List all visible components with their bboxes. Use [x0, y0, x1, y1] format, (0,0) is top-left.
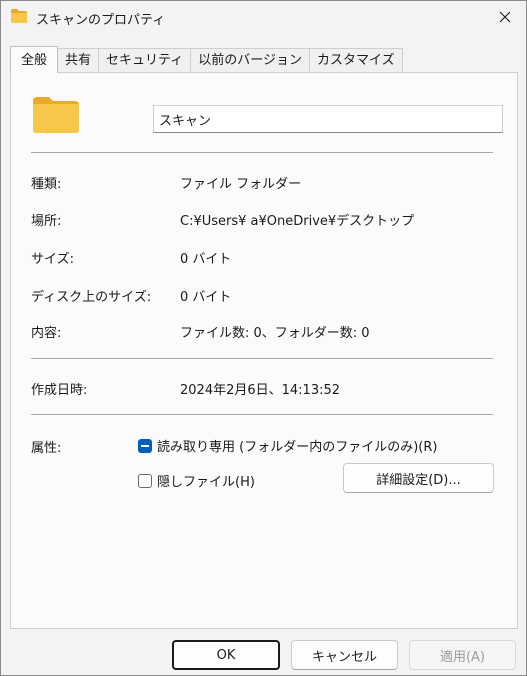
cancel-button[interactable]: キャンセル [291, 640, 398, 670]
hidden-checkbox[interactable]: 隠しファイル(H) [138, 471, 255, 490]
readonly-label: 読み取り専用 (フォルダー内のファイルのみ)(R) [157, 440, 438, 455]
divider [31, 414, 493, 415]
tab-security[interactable]: セキュリティ [98, 48, 192, 73]
divider [31, 358, 493, 359]
size-label: サイズ: [31, 252, 74, 267]
type-label: 種類: [31, 177, 62, 192]
advanced-button[interactable]: 詳細設定(D)... [343, 463, 494, 493]
ok-button[interactable]: OK [172, 640, 280, 670]
folder-icon [33, 97, 79, 133]
contains-value: ファイル数: 0、フォルダー数: 0 [180, 326, 370, 341]
type-value: ファイル フォルダー [180, 177, 302, 192]
folder-name-input[interactable] [153, 105, 503, 133]
disk-size-label: ディスク上のサイズ: [31, 290, 152, 305]
tab-general[interactable]: 全般 [10, 46, 59, 73]
folder-icon [11, 9, 27, 23]
general-panel: 種類: ファイル フォルダー 場所: C:¥Users¥ a¥OneDrive¥… [10, 72, 518, 629]
window-title: スキャンのプロパティ [36, 13, 166, 28]
created-value: 2024年2月6日、14:13:52 [180, 383, 341, 398]
close-button[interactable] [490, 4, 520, 30]
tab-sharing[interactable]: 共有 [57, 48, 100, 73]
title-bar[interactable]: スキャンのプロパティ [1, 1, 526, 35]
readonly-checkbox[interactable]: 読み取り専用 (フォルダー内のファイルのみ)(R) [138, 436, 437, 455]
created-label: 作成日時: [31, 383, 88, 398]
contains-label: 内容: [31, 326, 62, 341]
location-label: 場所: [31, 214, 62, 229]
tab-previous-versions[interactable]: 以前のバージョン [190, 48, 311, 73]
hidden-label: 隠しファイル(H) [157, 475, 255, 490]
checkbox-mixed-icon [138, 438, 152, 453]
tab-customize[interactable]: カスタマイズ [309, 48, 403, 73]
attributes-label: 属性: [31, 441, 62, 456]
location-value: C:¥Users¥ a¥OneDrive¥デスクトップ [180, 214, 415, 229]
disk-size-value: 0 バイト [180, 290, 232, 305]
size-value: 0 バイト [180, 252, 232, 267]
properties-window: スキャンのプロパティ 全般 共有 セキュリティ 以前のバージョン カスタマイズ … [0, 0, 527, 676]
divider [31, 152, 493, 153]
close-icon [499, 11, 511, 23]
tab-bar: 全般 共有 セキュリティ 以前のバージョン カスタマイズ [10, 46, 403, 73]
apply-button[interactable]: 適用(A) [409, 640, 516, 670]
checkbox-empty-icon [138, 473, 152, 488]
